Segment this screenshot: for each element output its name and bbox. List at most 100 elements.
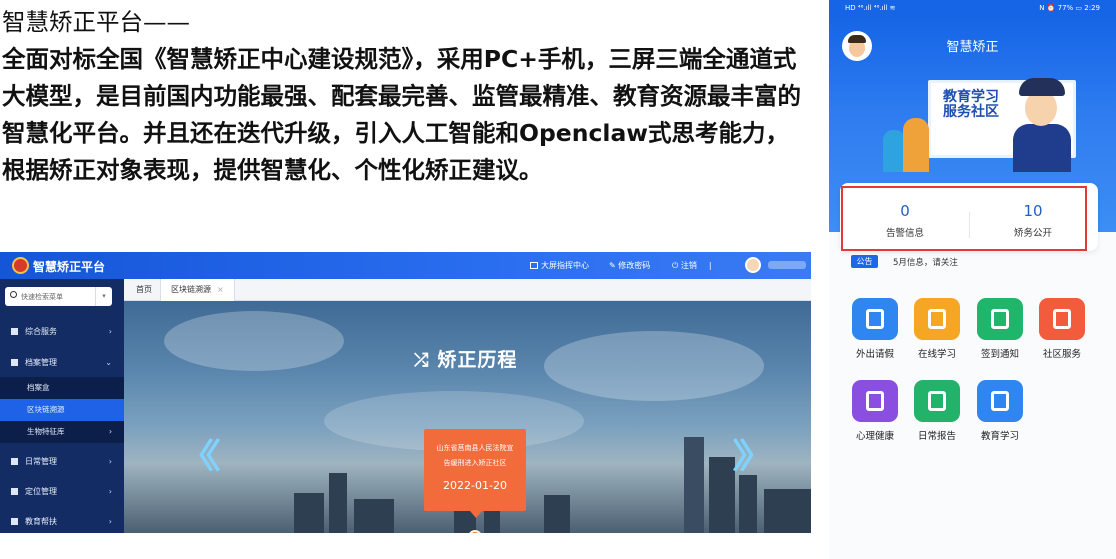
sidebar-item-comprehensive[interactable]: 综合服务 › xyxy=(0,321,124,343)
journey-title-text: 矫正历程 xyxy=(437,349,518,371)
medical-kit-icon xyxy=(852,380,898,422)
dashboard-link[interactable]: 大屏指挥中心 xyxy=(530,260,589,271)
building-shape xyxy=(354,499,394,533)
report-icon xyxy=(914,380,960,422)
prev-arrow-button[interactable]: 〈〈 xyxy=(180,429,221,478)
banner-text: 教育学习 服务社区 xyxy=(943,90,999,120)
tile-leave-request[interactable]: 外出请假 xyxy=(844,298,906,360)
tile-label: 在线学习 xyxy=(917,349,956,360)
dashboard-label: 大屏指挥中心 xyxy=(541,261,589,270)
sidebar-label: 区块链溯源 xyxy=(27,405,65,414)
next-arrow-button[interactable]: 〉〉 xyxy=(732,429,773,478)
banner-text-line-1: 教育学习 xyxy=(943,89,999,105)
search-icon xyxy=(10,291,17,298)
logout-label: 注销 xyxy=(680,261,697,270)
book-icon xyxy=(11,518,18,525)
divider xyxy=(969,212,970,238)
close-icon[interactable]: × xyxy=(217,285,224,294)
monitor-icon xyxy=(530,262,538,269)
journey-title: ⤮ 矫正历程 xyxy=(414,345,517,372)
sidebar-label: 档案管理 xyxy=(25,358,57,367)
person-illustration xyxy=(883,130,905,172)
tile-label: 社区服务 xyxy=(1042,349,1081,360)
timeline-node[interactable] xyxy=(468,530,482,533)
bank-icon xyxy=(11,328,18,335)
notice-tag: 公告 xyxy=(851,255,878,268)
chevron-right-icon: › xyxy=(108,327,112,336)
cloud-shape xyxy=(544,331,764,401)
menu-search-input[interactable]: 快速检索菜单 ▾ xyxy=(5,287,112,306)
mobile-title: 智慧矫正 xyxy=(946,40,999,55)
desktop-main: 首页 区块链溯源 × ⤮ 矫正历程 〈〈 〉〉 山东省莒南县人民法院宣 告缓刑进入矫… xyxy=(124,279,811,533)
sidebar-subitem-biometrics[interactable]: 生物特征库 › xyxy=(0,421,124,443)
stat-value: 10 xyxy=(1023,202,1043,220)
tile-education[interactable]: 教育学习 xyxy=(969,380,1031,442)
desktop-app-title: 智慧矫正平台 xyxy=(33,260,106,274)
glyph-shape xyxy=(866,309,884,329)
checkin-icon xyxy=(977,298,1023,340)
chevron-right-icon: › xyxy=(108,517,112,526)
tile-label: 心理健康 xyxy=(855,431,894,442)
sidebar-subitem-blockchain[interactable]: 区块链溯源 xyxy=(0,399,124,421)
intro-body: 全面对标全国《智慧矫正中心建设规范》，采用PC+手机，三屏三端全通道式大模型，是… xyxy=(2,45,801,184)
sidebar-item-education[interactable]: 教育帮扶 › xyxy=(0,511,124,533)
sidebar-label: 教育帮扶 xyxy=(25,517,57,526)
tile-community-service[interactable]: 社区服务 xyxy=(1031,298,1093,360)
event-line-2: 告缓刑进入矫正社区 xyxy=(443,459,507,467)
tab-home[interactable]: 首页 xyxy=(126,279,162,301)
tile-mental-health[interactable]: 心理健康 xyxy=(844,380,906,442)
desktop-screenshot: 智慧矫正平台 大屏指挥中心 ✎ 修改密码 ⏻ 注销 | 快速检索菜单 ▾ 综合服务… xyxy=(0,252,811,533)
sidebar-item-daily[interactable]: 日常管理 › xyxy=(0,451,124,473)
tile-daily-report[interactable]: 日常报告 xyxy=(906,380,968,442)
building-shape xyxy=(764,489,811,533)
stat-label: 告警信息 xyxy=(885,228,924,239)
sidebar-label: 档案盒 xyxy=(27,383,50,392)
shuffle-icon: ⤮ xyxy=(414,350,430,371)
graduation-cap-icon xyxy=(977,380,1023,422)
intro-heading: 智慧矫正平台—— xyxy=(2,8,190,36)
reading-icon xyxy=(914,298,960,340)
tile-label: 日常报告 xyxy=(917,431,956,442)
officer-hat xyxy=(1019,78,1065,96)
desktop-topbar: 智慧矫正平台 大屏指挥中心 ✎ 修改密码 ⏻ 注销 | xyxy=(0,252,811,279)
change-password-link[interactable]: ✎ 修改密码 xyxy=(609,260,650,271)
sidebar-label: 日常管理 xyxy=(25,457,57,466)
sidebar-item-archives[interactable]: 档案管理 ⌄ xyxy=(0,352,124,374)
glyph-shape xyxy=(928,309,946,329)
event-date: 2022-01-20 xyxy=(443,479,507,492)
tile-online-learning[interactable]: 在线学习 xyxy=(906,298,968,360)
heart-chat-icon xyxy=(1039,298,1085,340)
glyph-shape xyxy=(991,309,1009,329)
tab-label: 区块链溯源 xyxy=(171,285,211,294)
user-avatar[interactable] xyxy=(745,257,761,273)
stat-alerts[interactable]: 0 告警信息 xyxy=(843,202,967,239)
menu-search-placeholder: 快速检索菜单 xyxy=(21,293,63,301)
tab-bar: 首页 区块链溯源 × xyxy=(124,279,811,301)
glyph-shape xyxy=(991,391,1009,411)
logout-link[interactable]: ⏻ 注销 | xyxy=(672,260,712,271)
intro-text-block: 智慧矫正平台—— 全面对标全国《智慧矫正中心建设规范》，采用PC+手机，三屏三端… xyxy=(2,4,802,189)
tile-checkin[interactable]: 签到通知 xyxy=(969,298,1031,360)
chevron-right-icon: › xyxy=(109,427,112,436)
chevron-down-icon[interactable]: ▾ xyxy=(95,287,112,306)
person-illustration xyxy=(903,118,929,172)
timeline-event-card[interactable]: 山东省莒南县人民法院宣 告缓刑进入矫正社区 2022-01-20 xyxy=(424,429,526,518)
sidebar-item-location[interactable]: 定位管理 › xyxy=(0,481,124,503)
stat-label: 矫务公开 xyxy=(1013,228,1052,239)
tile-label: 签到通知 xyxy=(980,349,1019,360)
building-shape xyxy=(544,495,570,533)
tab-blockchain[interactable]: 区块链溯源 × xyxy=(160,279,235,301)
username-blurred[interactable] xyxy=(768,261,806,269)
stat-affairs-public[interactable]: 10 矫务公开 xyxy=(971,202,1095,239)
building-shape xyxy=(294,493,324,533)
building-shape xyxy=(329,473,347,533)
stat-value: 0 xyxy=(900,202,910,220)
mobile-screenshot: HD ⁴⁶.ıll ⁴⁶.ıll ≋ N ⏰ 77% ▭ 2:29 智慧矫正 教… xyxy=(829,0,1116,559)
glyph-shape xyxy=(928,391,946,411)
education-banner[interactable]: 教育学习 服务社区 xyxy=(883,72,1076,172)
status-left: HD ⁴⁶.ıll ⁴⁶.ıll ≋ xyxy=(845,4,896,12)
sidebar-subitem-archives-box[interactable]: 档案盒 xyxy=(0,377,124,399)
building-shape xyxy=(739,475,757,533)
building-shape xyxy=(684,437,704,533)
chevron-right-icon: › xyxy=(108,487,112,496)
